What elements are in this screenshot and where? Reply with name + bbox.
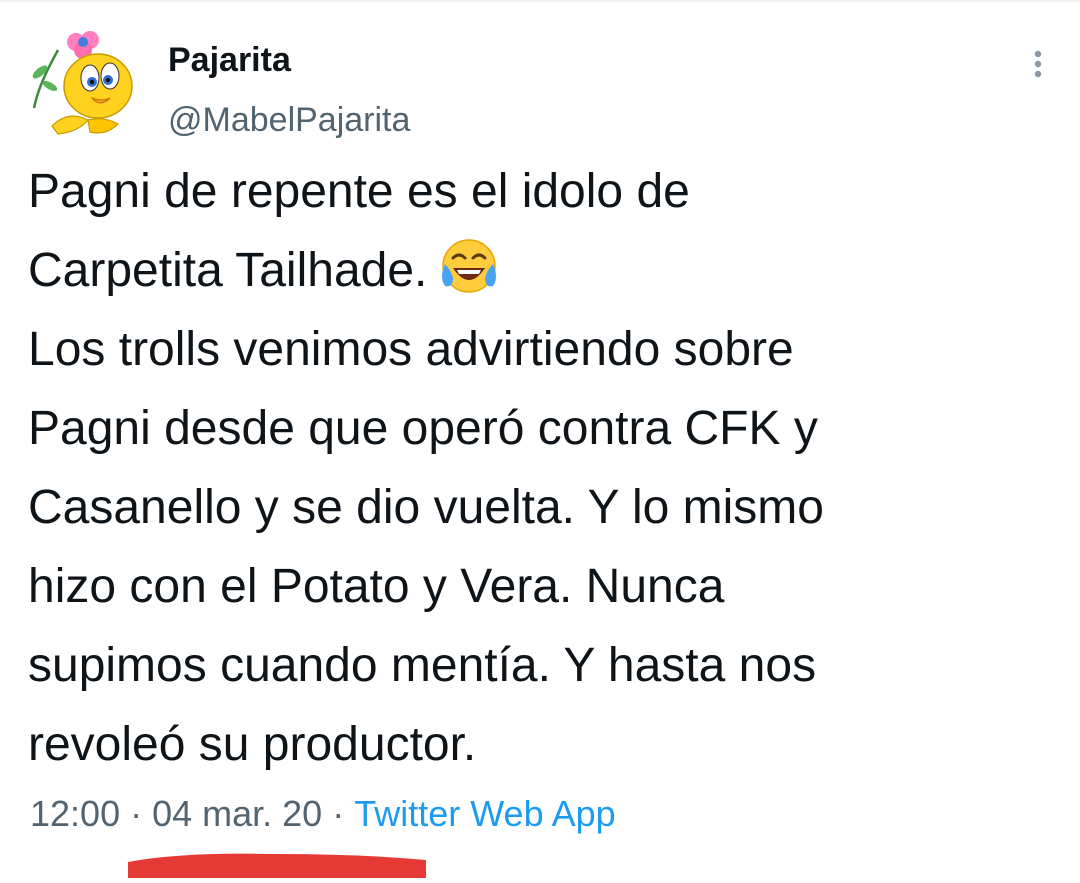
tweet-text-line: Pagni de repente es el idolo de xyxy=(28,165,690,218)
separator: · xyxy=(332,793,345,834)
tweet-text-line: Casanello y se dio vuelta. Y lo mismo xyxy=(28,481,824,534)
tweet-time[interactable]: 12:00 xyxy=(30,793,120,834)
vertical-dots-icon xyxy=(1034,50,1042,78)
more-options-button[interactable] xyxy=(1018,44,1058,84)
face-with-tears-of-joy-icon xyxy=(437,234,501,298)
separator: · xyxy=(130,793,143,834)
user-handle[interactable]: @MabelPajarita xyxy=(168,98,410,142)
display-name[interactable]: Pajarita xyxy=(168,38,291,82)
tweet-meta: 12:00 · 04 mar. 20 · Twitter Web App xyxy=(30,790,616,838)
tweet-date[interactable]: 04 mar. 20 xyxy=(152,793,322,834)
top-divider xyxy=(0,0,1080,2)
tweety-bird-avatar-icon xyxy=(32,31,133,135)
tweet-text-line: revoleó su productor. xyxy=(28,718,477,771)
avatar[interactable] xyxy=(28,28,138,138)
red-annotation-mark xyxy=(122,848,432,878)
tweet-text-line: Pagni desde que operó contra CFK y xyxy=(28,402,818,455)
tweet-text-line: supimos cuando mentía. Y hasta nos xyxy=(28,639,817,692)
tweet-text-line: hizo con el Potato y Vera. Nunca xyxy=(28,560,725,613)
tweet-text: Pagni de repente es el idolo de Carpetit… xyxy=(28,152,1058,784)
tweet-source-link[interactable]: Twitter Web App xyxy=(354,793,615,834)
tweet-text-line: Los trolls venimos advirtiendo sobre xyxy=(28,323,794,376)
tweet-text-line: Carpetita Tailhade. xyxy=(28,244,428,297)
tweet-text-line-with-emoji: Carpetita Tailhade. xyxy=(28,231,1058,310)
